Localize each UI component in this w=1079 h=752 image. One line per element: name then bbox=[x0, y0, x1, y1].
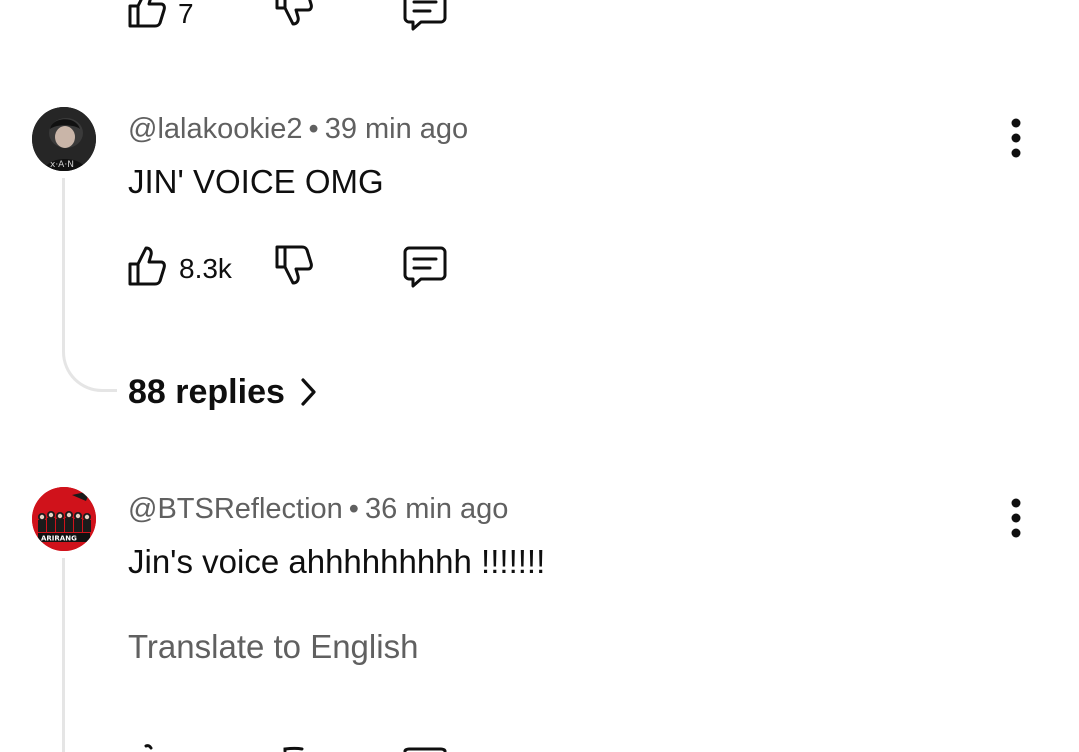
dislike-button[interactable] bbox=[275, 245, 313, 287]
thread-connector-line bbox=[62, 558, 65, 752]
thumbs-up-icon bbox=[144, 744, 153, 750]
reply-button[interactable] bbox=[403, 746, 447, 752]
dislike-button[interactable] bbox=[275, 0, 313, 28]
replies-label: 88 replies bbox=[128, 373, 285, 411]
like-count: 7 bbox=[178, 0, 194, 29]
like-count: 8.3k bbox=[179, 253, 232, 284]
comment-text: JIN' VOICE OMG bbox=[128, 163, 384, 200]
translate-button[interactable]: Translate to English bbox=[128, 630, 418, 663]
like-button[interactable] bbox=[128, 244, 166, 286]
author-handle[interactable]: @lalakookie2 bbox=[128, 113, 303, 145]
view-replies-button[interactable]: 88 replies bbox=[128, 375, 317, 409]
svg-text:x·A·N: x·A·N bbox=[50, 160, 74, 170]
thumbs-up-icon bbox=[128, 246, 166, 286]
like-button[interactable] bbox=[128, 0, 166, 28]
comment-meta: @lalakookie2 • 39 min ago bbox=[128, 115, 468, 144]
more-vert-icon bbox=[1011, 498, 1021, 538]
thread-connector-line bbox=[62, 178, 117, 392]
comment-time[interactable]: 39 min ago bbox=[325, 113, 469, 145]
comment-menu-button[interactable] bbox=[996, 114, 1036, 162]
comment-text: Jin's voice ahhhhhhhhh !!!!!!! bbox=[128, 543, 546, 580]
comment-icon bbox=[403, 0, 447, 31]
dislike-button[interactable] bbox=[275, 745, 313, 752]
comment-icon bbox=[403, 246, 447, 288]
reply-button[interactable] bbox=[403, 0, 447, 32]
avatar-image: x·A·N bbox=[32, 107, 96, 171]
like-button[interactable] bbox=[128, 742, 166, 752]
author-handle[interactable]: @BTSReflection bbox=[128, 493, 343, 525]
thumbs-down-icon bbox=[283, 746, 304, 752]
comment-meta: @BTSReflection • 36 min ago bbox=[128, 495, 508, 524]
thumbs-up-icon bbox=[128, 0, 166, 28]
thumbs-down-icon bbox=[275, 245, 313, 285]
avatar[interactable]: x·A·N bbox=[32, 107, 96, 171]
meta-separator: • bbox=[308, 113, 319, 145]
avatar[interactable]: ARIRANG bbox=[32, 487, 96, 551]
reply-button[interactable] bbox=[403, 245, 447, 289]
comment-menu-button[interactable] bbox=[996, 494, 1036, 542]
comment-icon bbox=[403, 747, 447, 752]
comment-time[interactable]: 36 min ago bbox=[365, 493, 509, 525]
avatar-image: ARIRANG bbox=[32, 487, 96, 551]
more-vert-icon bbox=[1011, 118, 1021, 158]
chevron-right-icon bbox=[301, 378, 316, 406]
meta-separator: • bbox=[348, 493, 359, 525]
avatar-banner-text: ARIRANG bbox=[41, 535, 77, 543]
thumbs-down-icon bbox=[275, 0, 313, 26]
